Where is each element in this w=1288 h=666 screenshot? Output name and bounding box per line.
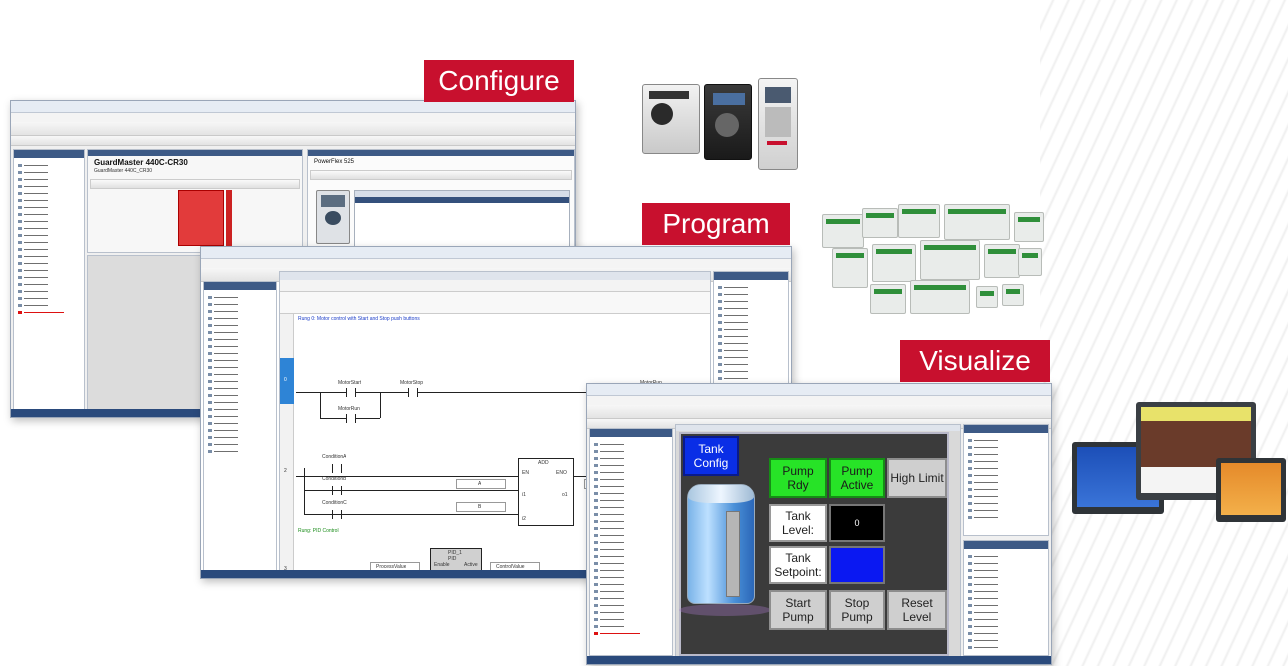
visualize-window: Tank Config Pump Rdy Pump Active High Li… — [586, 383, 1052, 665]
powerflex-title: PowerFlex 525 — [314, 159, 355, 165]
contact-label: MotorStart — [338, 380, 362, 386]
tank-config-button[interactable]: Tank Config — [683, 436, 739, 476]
visualize-menubar — [587, 396, 1051, 405]
visualize-project-explorer[interactable] — [589, 428, 673, 656]
safety-relay-image — [178, 190, 224, 246]
pin-label: i1 — [522, 492, 526, 498]
pin-label: Active — [464, 562, 478, 568]
rung-0-selected[interactable] — [280, 358, 294, 404]
reset-level-button[interactable]: Reset Level — [887, 590, 947, 630]
contact-label: MotorRun — [338, 406, 360, 412]
rung-comment: Rung 0: Motor control with Start and Sto… — [298, 316, 420, 322]
start-pump-label: Start Pump — [782, 596, 814, 624]
motor-start-contact[interactable] — [346, 388, 356, 397]
motor-stop-contact[interactable] — [408, 388, 418, 397]
block-name: ADD — [538, 460, 549, 466]
tank-config-label: Tank Config — [693, 442, 729, 470]
tank-shadow — [679, 604, 771, 616]
rung-number: 2 — [284, 468, 287, 474]
tank-setpoint-label: Tank Setpoint: — [774, 551, 822, 579]
high-limit-indicator: High Limit — [887, 458, 947, 498]
tank-level-display: 0 — [829, 504, 885, 542]
stop-pump-button[interactable]: Stop Pump — [829, 590, 885, 630]
program-titlebar — [201, 247, 791, 259]
configure-label: Configure — [424, 60, 574, 102]
tank-level-label: Tank Level: — [781, 509, 815, 537]
visualize-toolbar — [587, 405, 1051, 419]
powerflex-drive-image — [316, 190, 350, 244]
motor-run-seal-contact[interactable] — [346, 414, 356, 423]
program-label: Program — [642, 203, 790, 245]
tank-graphic — [687, 484, 755, 604]
contact-label: ConditionB — [322, 476, 347, 482]
program-menubar — [201, 259, 791, 268]
configure-menubar — [11, 113, 575, 122]
pin-label: ENO — [556, 470, 567, 476]
pump-active-label: Pump Active — [840, 464, 874, 492]
contact-label: ConditionC — [322, 500, 347, 506]
tank-level-value: 0 — [854, 518, 860, 528]
configure-toolbar-2 — [11, 136, 575, 146]
configure-toolbar — [11, 122, 575, 136]
rung-number: 0 — [284, 377, 287, 383]
block-name: PID_1 PID — [448, 550, 462, 562]
visualize-label: Visualize — [900, 340, 1050, 382]
ladder-tabs[interactable] — [280, 272, 710, 280]
visualize-toolbox-panel[interactable] — [963, 540, 1049, 656]
tank-setpoint-label-box: Tank Setpoint: — [769, 546, 827, 584]
device-subtitle: GuardMaster 440C_CR30 — [94, 168, 153, 174]
rung-comment: Rung: PID Control — [298, 528, 339, 534]
parameter-table[interactable] — [354, 190, 570, 254]
reset-level-label: Reset Level — [901, 596, 933, 624]
tank-setpoint-input[interactable] — [829, 546, 885, 584]
condition-a-contact[interactable] — [332, 464, 342, 473]
background-streaks — [1040, 0, 1288, 666]
program-project-organizer[interactable] — [203, 281, 277, 571]
pump-rdy-indicator: Pump Rdy — [769, 458, 827, 498]
visualize-titlebar — [587, 384, 1051, 396]
visualize-properties-panel[interactable] — [963, 424, 1049, 536]
configure-device-pane: GuardMaster 440C-CR30 GuardMaster 440C_C… — [87, 149, 303, 253]
high-limit-label: High Limit — [890, 471, 944, 485]
pump-active-indicator: Pump Active — [829, 458, 885, 498]
contact-label: MotorStop — [400, 380, 424, 386]
pin-label: i2 — [522, 516, 526, 522]
variable-a: A — [478, 481, 482, 487]
tank-level-label-box: Tank Level: — [769, 504, 827, 542]
panel-header — [14, 150, 84, 158]
configure-titlebar — [11, 101, 575, 113]
configure-controller-organizer[interactable] — [13, 149, 85, 411]
variable-b: B — [478, 504, 482, 510]
visualize-statusbar — [587, 656, 1051, 664]
device-title: GuardMaster 440C-CR30 — [94, 158, 188, 167]
start-pump-button[interactable]: Start Pump — [769, 590, 827, 630]
stop-pump-label: Stop Pump — [841, 596, 873, 624]
pin-label: o1 — [562, 492, 568, 498]
pin-label: Enable — [434, 562, 450, 568]
pump-rdy-label: Pump Rdy — [782, 464, 814, 492]
pin-label: EN — [522, 470, 529, 476]
contact-label: ConditionA — [322, 454, 347, 460]
